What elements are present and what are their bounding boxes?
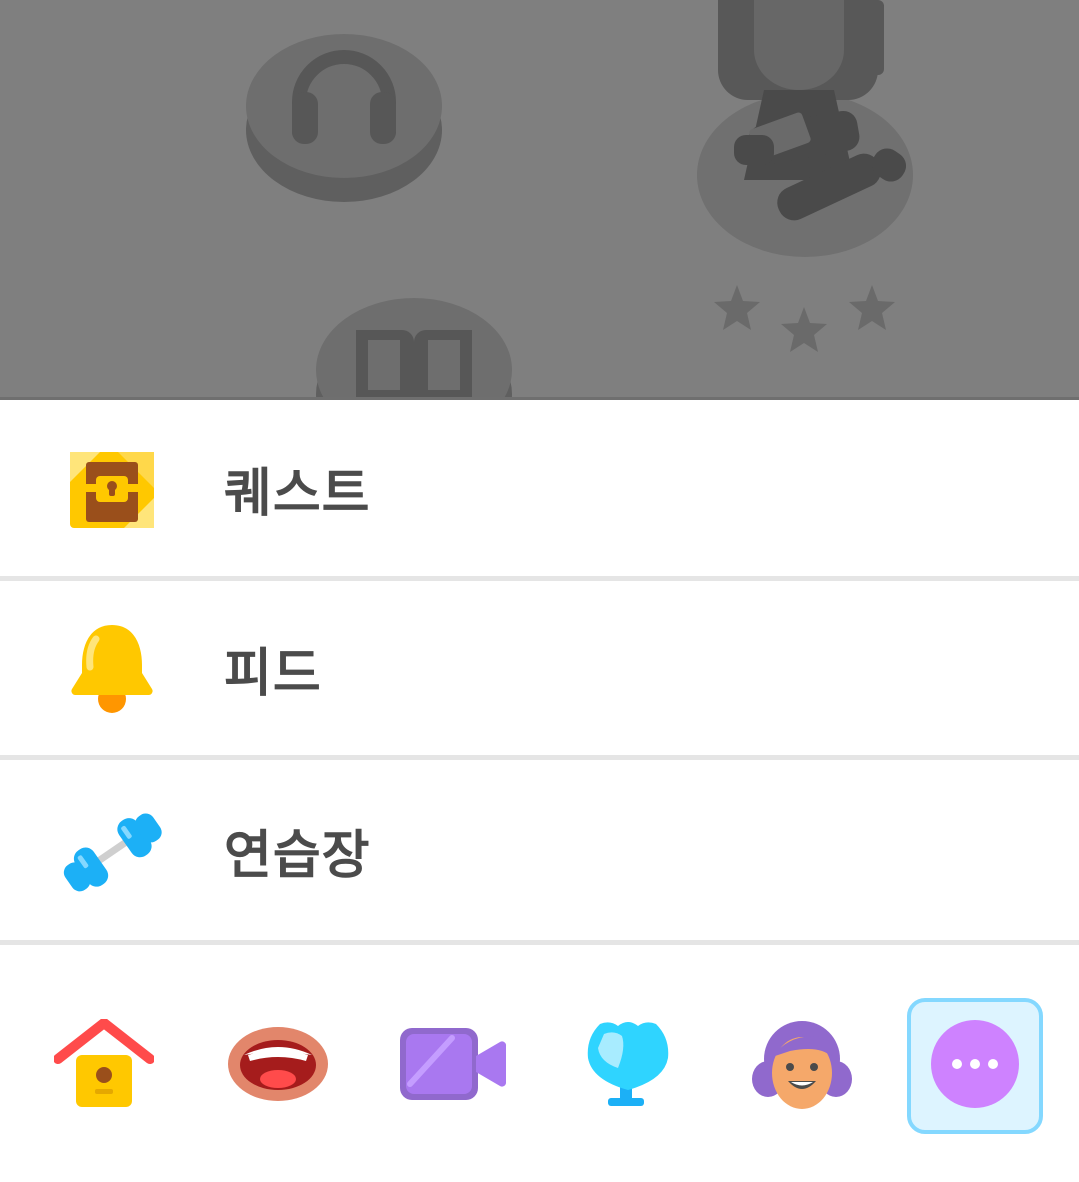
menu-item-feed[interactable]: 피드	[0, 581, 1079, 755]
character-illustration	[697, 0, 913, 257]
divider	[0, 940, 1079, 945]
menu-item-practice-hub[interactable]: 연습장	[0, 760, 1079, 941]
dumbbell-icon	[60, 798, 164, 902]
star-rating-icon	[714, 285, 895, 352]
tab-speak[interactable]	[210, 998, 346, 1134]
shield-icon	[580, 1018, 676, 1114]
dimmed-background	[0, 0, 1079, 398]
treasure-chest-icon	[60, 436, 164, 540]
profile-face-icon	[750, 1017, 854, 1115]
mouth-icon	[226, 1025, 330, 1107]
tab-leagues[interactable]	[560, 998, 696, 1134]
video-camera-icon	[396, 1024, 508, 1108]
menu-item-label: 피드	[224, 643, 322, 704]
tab-video-call[interactable]	[384, 998, 520, 1134]
more-icon	[929, 1018, 1021, 1114]
tab-more[interactable]	[907, 998, 1043, 1134]
book-node-icon	[316, 298, 512, 398]
menu-item-label: 퀘스트	[224, 463, 371, 524]
bell-icon	[60, 617, 164, 721]
tab-learn[interactable]	[36, 998, 172, 1134]
bottom-navigation	[0, 946, 1079, 1182]
menu-item-quests[interactable]: 퀘스트	[0, 400, 1079, 576]
headphones-node-icon	[246, 34, 442, 202]
tab-profile[interactable]	[734, 998, 870, 1134]
house-icon	[53, 1018, 155, 1113]
menu-item-label: 연습장	[224, 826, 371, 886]
